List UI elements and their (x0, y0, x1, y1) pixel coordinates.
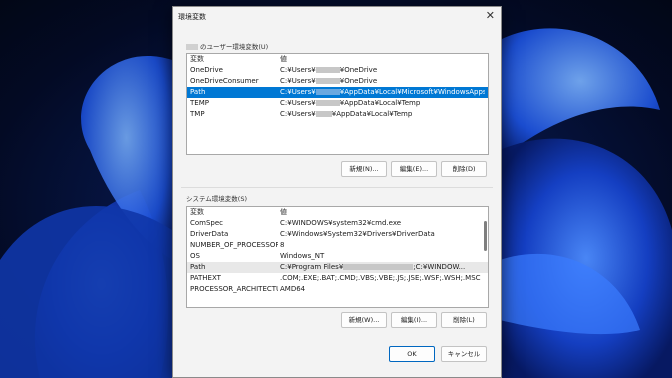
var-value: 8 (280, 241, 285, 249)
table-row[interactable]: ComSpec C:¥WINDOWS¥system32¥cmd.exe (187, 218, 488, 229)
var-name: OneDriveConsumer (190, 77, 259, 85)
list-header: 変数値 (187, 207, 488, 218)
environment-variables-dialog: 環境変数 ✕ のユーザー環境変数(U) 変数値 OneDrive C:¥Users… (172, 6, 502, 378)
table-row[interactable]: NUMBER_OF_PROCESSORS 8 (187, 240, 488, 251)
var-name: PATHEXT (190, 274, 221, 282)
header-variable[interactable]: 変数 (190, 54, 278, 65)
var-name: DriverData (190, 230, 229, 238)
table-row[interactable]: OneDriveConsumer C:¥Users¥ ¥OneDrive (187, 76, 488, 87)
table-row[interactable]: Path C:¥Program Files¥ ;C:¥WINDOW... (187, 262, 488, 273)
system-variables-list[interactable]: 変数値 ComSpec C:¥WINDOWS¥system32¥cmd.exe D… (186, 206, 489, 308)
header-value[interactable]: 値 (280, 54, 485, 65)
table-row[interactable]: TMP C:¥Users¥ ¥AppData¥Local¥Temp (187, 109, 488, 120)
user-new-button[interactable]: 新規(N)... (341, 161, 387, 177)
system-new-button[interactable]: 新規(W)... (341, 312, 387, 328)
table-row[interactable]: DriverData C:¥Windows¥System32¥Drivers¥Dr… (187, 229, 488, 240)
var-name: TEMP (190, 99, 209, 107)
system-edit-button[interactable]: 編集(I)... (391, 312, 437, 328)
var-name: Path (190, 263, 206, 271)
var-name: OneDrive (190, 66, 223, 74)
dialog-title: 環境変数 (178, 13, 206, 21)
var-value: C:¥Users¥ ¥OneDrive (280, 77, 378, 85)
var-value: C:¥WINDOWS¥system32¥cmd.exe (280, 219, 402, 227)
var-value: AMD64 (280, 285, 306, 293)
var-value: C:¥Users¥ ¥AppData¥Local¥Temp (280, 110, 413, 118)
header-value[interactable]: 値 (280, 207, 485, 218)
divider (181, 187, 493, 188)
list-header: 変数値 (187, 54, 488, 65)
redacted-username (186, 44, 198, 50)
system-delete-button[interactable]: 削除(L) (441, 312, 487, 328)
table-row[interactable]: OneDrive C:¥Users¥ ¥OneDrive (187, 65, 488, 76)
var-name: TMP (190, 110, 205, 118)
var-value: .COM;.EXE;.BAT;.CMD;.VBS;.VBE;.JS;.JSE;.… (280, 274, 481, 282)
var-value: Windows_NT (280, 252, 325, 260)
system-variables-label: システム環境変数(S) (186, 195, 248, 203)
close-icon[interactable]: ✕ (486, 9, 495, 22)
var-name: ComSpec (190, 219, 224, 227)
var-value: C:¥Program Files¥ ;C:¥WINDOW... (280, 263, 466, 271)
table-row[interactable]: TEMP C:¥Users¥ ¥AppData¥Local¥Temp (187, 98, 488, 109)
var-value: C:¥Windows¥System32¥Drivers¥DriverData (280, 230, 435, 238)
scrollbar-thumb[interactable] (484, 221, 487, 251)
user-edit-button[interactable]: 編集(E)... (391, 161, 437, 177)
var-name: Path (190, 88, 206, 96)
ok-button[interactable]: OK (389, 346, 435, 362)
var-value: C:¥Users¥ ¥AppData¥Local¥Temp (280, 99, 421, 107)
table-row[interactable]: PROCESSOR_ARCHITECTU...AMD64 (187, 284, 488, 295)
header-variable[interactable]: 変数 (190, 207, 278, 218)
var-value: C:¥Users¥ ¥AppData¥Local¥Microsoft¥Window… (280, 88, 485, 96)
var-name: OS (190, 252, 200, 260)
var-name: NUMBER_OF_PROCESSORS (190, 241, 278, 249)
user-variables-label: のユーザー環境変数(U) (186, 41, 268, 51)
table-row[interactable]: OS Windows_NT (187, 251, 488, 262)
table-row-selected[interactable]: Path C:¥Users¥ ¥AppData¥Local¥Microsoft¥Wi… (187, 87, 488, 98)
user-variables-list[interactable]: 変数値 OneDrive C:¥Users¥ ¥OneDrive OneDriveC… (186, 53, 489, 155)
table-row[interactable]: PATHEXT .COM;.EXE;.BAT;.CMD;.VBS;.VBE;.JS… (187, 273, 488, 284)
user-delete-button[interactable]: 削除(D) (441, 161, 487, 177)
var-name: PROCESSOR_ARCHITECTU... (190, 285, 278, 293)
cancel-button[interactable]: キャンセル (441, 346, 487, 362)
var-value: C:¥Users¥ ¥OneDrive (280, 66, 378, 74)
